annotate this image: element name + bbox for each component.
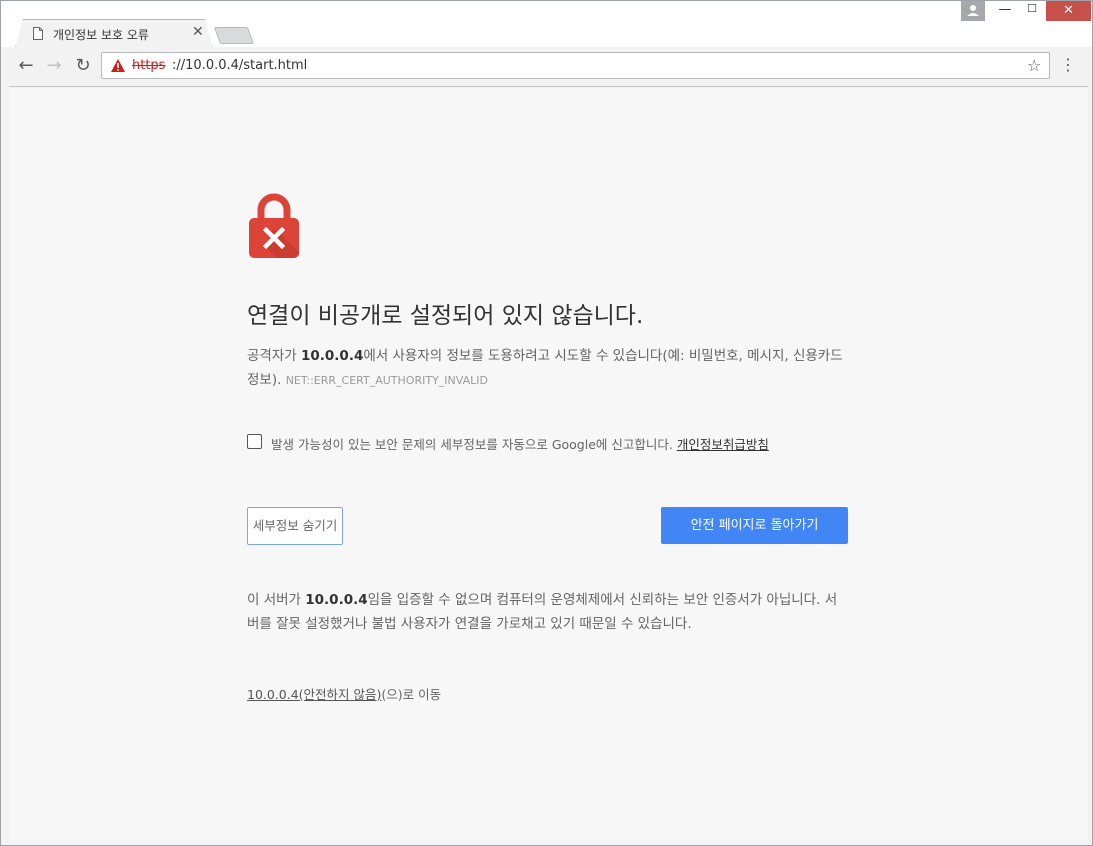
- page-title: 연결이 비공개로 설정되어 있지 않습니다.: [247, 303, 644, 329]
- toolbar: ← → ↻ https ://10.0.0.4/start.html ☆ ⋮: [9, 47, 1088, 87]
- privacy-policy-link[interactable]: 개인정보취급방침: [677, 437, 769, 452]
- interstitial-page: 연결이 비공개로 설정되어 있지 않습니다. 공격자가 10.0.0.4에서 사…: [9, 88, 1088, 841]
- menu-button[interactable]: ⋮: [1060, 56, 1076, 78]
- tab-title: 개인정보 보호 오류: [53, 28, 149, 42]
- desc-text-pre: 공격자가: [247, 348, 301, 364]
- proceed-row: 10.0.0.4(안전하지 않음)(으)로 이동: [247, 684, 441, 703]
- proceed-suffix: (으)로 이동: [381, 687, 442, 702]
- details-host: 10.0.0.4: [305, 592, 368, 608]
- document-icon: [33, 27, 43, 40]
- warning-triangle-icon[interactable]: [110, 58, 126, 73]
- error-code[interactable]: NET::ERR_CERT_AUTHORITY_INVALID: [286, 374, 488, 387]
- report-checkbox[interactable]: [247, 434, 262, 449]
- desc-host: 10.0.0.4: [300, 348, 364, 364]
- close-window-button[interactable]: ✕: [1046, 1, 1091, 21]
- new-tab-button[interactable]: [213, 27, 255, 44]
- forward-button[interactable]: →: [43, 55, 65, 77]
- maximize-button[interactable]: ☐: [1019, 2, 1045, 20]
- back-to-safety-button[interactable]: 안전 페이지로 돌아가기: [661, 507, 848, 544]
- broken-lock-icon: [249, 193, 299, 258]
- report-label: 발생 가능성이 있는 보안 문제의 세부정보를 자동으로 Google에 신고합…: [271, 434, 769, 453]
- details-text-pre: 이 서버가: [247, 592, 306, 608]
- url-text: ://10.0.0.4/start.html: [172, 58, 308, 73]
- browser-window: 개인정보 보호 오류 ✕ — ☐ ✕ ← → ↻ https ://10.0.0…: [0, 0, 1093, 846]
- reload-button[interactable]: ↻: [72, 55, 94, 77]
- address-bar[interactable]: https ://10.0.0.4/start.html ☆: [101, 52, 1050, 79]
- details-text: 이 서버가 10.0.0.4임을 입증할 수 없으며 컴퓨터의 운영체제에서 신…: [247, 588, 847, 636]
- hide-details-button[interactable]: 세부정보 숨기기: [247, 507, 343, 545]
- proceed-link[interactable]: 10.0.0.4(안전하지 않음): [247, 687, 381, 702]
- tab-close-icon[interactable]: ✕: [192, 24, 204, 40]
- bookmark-star-icon[interactable]: ☆: [1027, 56, 1041, 75]
- tab-strip: 개인정보 보호 오류 ✕ — ☐ ✕: [1, 1, 1092, 47]
- user-profile-icon[interactable]: [961, 1, 985, 21]
- back-button[interactable]: ←: [15, 55, 37, 77]
- error-description: 공격자가 10.0.0.4에서 사용자의 정보를 도용하려고 시도할 수 있습니…: [247, 344, 859, 393]
- report-text: 발생 가능성이 있는 보안 문제의 세부정보를 자동으로 Google에 신고합…: [271, 437, 677, 452]
- active-tab-content: 개인정보 보호 오류 ✕: [15, 19, 213, 48]
- url-scheme: https: [132, 58, 166, 73]
- minimize-button[interactable]: —: [992, 2, 1018, 20]
